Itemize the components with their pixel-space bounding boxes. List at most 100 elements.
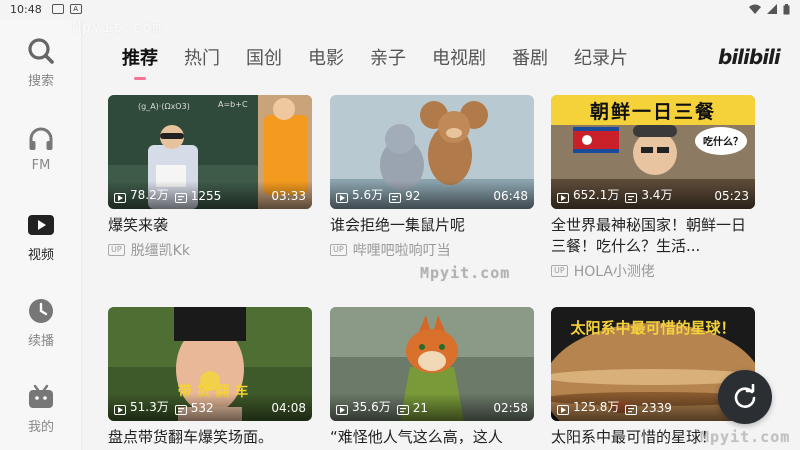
duration: 06:48 — [493, 189, 528, 203]
video-meta-bar: 5.6万 92 06:48 — [330, 181, 534, 209]
danmaku-count: 1255 — [190, 189, 222, 203]
signal-icon — [767, 4, 777, 14]
danmaku-icon — [389, 193, 402, 203]
view-count: 5.6万 — [352, 188, 384, 202]
thumbnail-caption: 吃什么？ — [703, 137, 743, 148]
status-bar: 10:48 A — [0, 0, 800, 18]
up-badge: UP — [551, 265, 568, 277]
danmaku-count: 2339 — [641, 401, 672, 415]
video-title[interactable]: 全世界最神秘国家！朝鲜一日三餐！吃什么？生活... — [551, 215, 755, 257]
play-count-icon — [114, 193, 126, 203]
play-count-icon — [336, 193, 348, 203]
video-card[interactable]: 带 货 翻 车 51.3万 532 04:08 盘点带货翻车爆笑场面。 — [108, 307, 312, 448]
danmaku-count: 21 — [412, 401, 429, 415]
video-meta-bar: 51.3万 532 04:08 — [108, 393, 312, 421]
bilibili-logo: bilibili — [718, 45, 781, 69]
play-count-icon — [114, 405, 126, 415]
duration: 04:08 — [271, 401, 306, 415]
clock-icon — [26, 296, 56, 326]
category-tabs: 推荐 热门 国创 电影 亲子 电视剧 番剧 纪录片 — [122, 44, 628, 70]
nav-continue[interactable]: 续播 — [0, 296, 82, 349]
nav-fm-label: FM — [31, 158, 51, 173]
tab-kids[interactable]: 亲子 — [370, 44, 406, 70]
view-count: 78.2万 — [130, 188, 169, 202]
nav-continue-label: 续播 — [27, 334, 54, 349]
headphones-icon — [26, 124, 56, 154]
tab-movie[interactable]: 电影 — [308, 44, 344, 70]
video-title[interactable]: “难怪他人气这么高，这人 — [330, 427, 534, 448]
uploader-name: HOLA小测佬 — [573, 264, 655, 280]
uploader-name: 哔哩吧啦响叮当 — [352, 243, 451, 259]
status-time: 10:48 — [10, 2, 42, 16]
search-icon — [26, 36, 56, 66]
nav-fm[interactable]: FM — [0, 124, 82, 173]
up-badge: UP — [108, 244, 125, 256]
duration: 05:23 — [714, 189, 749, 203]
tab-hot[interactable]: 热门 — [184, 44, 220, 70]
up-badge: UP — [330, 244, 347, 256]
tab-documentary[interactable]: 纪录片 — [574, 44, 628, 70]
status-badge: A — [69, 4, 82, 14]
video-title[interactable]: 盘点带货翻车爆笑场面。 — [108, 427, 312, 448]
video-thumbnail[interactable]: 35.6万 21 02:58 — [330, 307, 534, 421]
video-meta-bar: 78.2万 1255 03:33 — [108, 181, 312, 209]
tv-icon — [26, 382, 56, 412]
video-meta-bar: 35.6万 21 02:58 — [330, 393, 534, 421]
tab-anime[interactable]: 番剧 — [512, 44, 548, 70]
refresh-icon — [734, 384, 756, 408]
video-thumbnail[interactable]: 朝鲜一日三餐 吃什么？ 652.1万 3.4万 05:23 — [551, 95, 755, 209]
video-title[interactable]: 爆笑来袭 — [108, 215, 312, 236]
uploader-row[interactable]: UP HOLA小测佬 — [551, 261, 755, 281]
tab-recommend[interactable]: 推荐 — [122, 44, 158, 70]
duration: 02:58 — [493, 401, 528, 415]
uploader-row[interactable]: UP 哔哩吧啦响叮当 — [330, 240, 534, 260]
tab-tv-series[interactable]: 电视剧 — [432, 44, 486, 70]
thumbnail-caption: 朝鲜一日三餐 — [589, 101, 716, 123]
play-count-icon — [557, 405, 569, 415]
watermark: Mpyit.com — [700, 428, 791, 446]
view-count: 35.6万 — [352, 400, 391, 414]
video-card[interactable]: 5.6万 92 06:48 谁会拒绝一集鼠片呢 UP 哔哩吧啦响叮当 — [330, 95, 534, 260]
video-thumbnail[interactable]: 带 货 翻 车 51.3万 532 04:08 — [108, 307, 312, 421]
watermark: Mpyit.com — [420, 264, 511, 282]
video-thumbnail[interactable]: 5.6万 92 06:48 — [330, 95, 534, 209]
watermark: Mpyit.com — [72, 18, 163, 36]
play-count-icon — [336, 405, 348, 415]
uploader-row[interactable]: UP 脱缰凯Kk — [108, 240, 312, 260]
danmaku-icon — [625, 193, 638, 203]
uploader-name: 脱缰凯Kk — [130, 243, 190, 259]
nav-mine-label: 我的 — [27, 420, 54, 435]
danmaku-count: 92 — [405, 189, 421, 203]
nav-video-label: 视频 — [27, 248, 54, 263]
video-card[interactable]: 朝鲜一日三餐 吃什么？ 652.1万 3.4万 05:23 全世界最神秘国家！朝… — [551, 95, 755, 281]
duration: 03:33 — [271, 189, 306, 203]
tab-guochuang[interactable]: 国创 — [246, 44, 282, 70]
nav-video[interactable]: 视频 — [0, 210, 82, 263]
video-icon — [26, 210, 56, 240]
side-navigation: 搜索 FM 视频 续播 我的 — [0, 20, 82, 450]
view-count: 51.3万 — [130, 400, 169, 414]
nav-search-label: 搜索 — [27, 74, 54, 89]
video-card[interactable]: 35.6万 21 02:58 “难怪他人气这么高，这人 — [330, 307, 534, 448]
video-thumbnail[interactable]: (g_A)·(ΩxO3) A=b+C 78.2万 1255 03:33 — [108, 95, 312, 209]
nav-search[interactable]: 搜索 — [0, 36, 82, 89]
nav-mine[interactable]: 我的 — [0, 382, 82, 435]
notification-icon — [51, 4, 64, 14]
refresh-button[interactable] — [718, 370, 772, 424]
battery-icon — [783, 3, 790, 14]
danmaku-icon — [174, 193, 187, 203]
svg-text:A=b+C: A=b+C — [218, 100, 248, 109]
danmaku-count: 532 — [190, 401, 214, 415]
svg-text:(g_A)·(ΩxO3): (g_A)·(ΩxO3) — [138, 102, 190, 111]
view-count: 125.8万 — [573, 400, 620, 414]
wifi-icon — [749, 4, 761, 14]
video-title[interactable]: 谁会拒绝一集鼠片呢 — [330, 215, 534, 236]
thumbnail-caption: 太阳系中最可惜的星球！ — [570, 319, 736, 337]
view-count: 652.1万 — [573, 188, 620, 202]
video-card[interactable]: (g_A)·(ΩxO3) A=b+C 78.2万 1255 03:33 爆笑来袭… — [108, 95, 312, 260]
video-meta-bar: 652.1万 3.4万 05:23 — [551, 181, 755, 209]
danmaku-icon — [625, 405, 638, 415]
danmaku-icon — [174, 405, 187, 415]
play-count-icon — [557, 193, 569, 203]
danmaku-count: 3.4万 — [641, 188, 673, 202]
